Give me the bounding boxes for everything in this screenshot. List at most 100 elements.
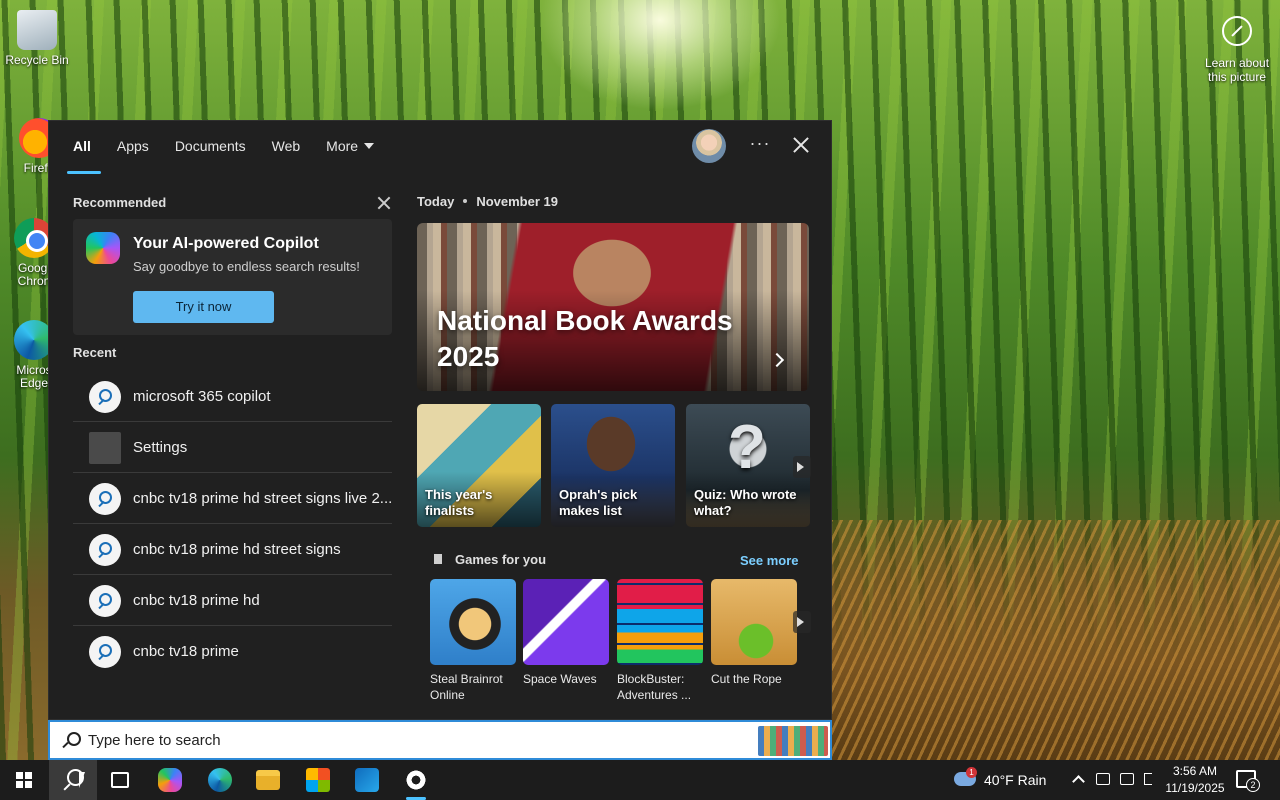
camera-icon: [1222, 16, 1252, 46]
folder-icon: [256, 770, 280, 790]
windows-logo-icon: [16, 772, 32, 788]
taskbar-settings[interactable]: [392, 760, 440, 800]
story-card[interactable]: This year's finalists: [417, 404, 541, 527]
today-header: Today November 19: [417, 194, 558, 209]
notifications-icon[interactable]: 2: [1236, 770, 1260, 792]
avatar[interactable]: [692, 129, 726, 163]
game-thumbnail: [523, 579, 609, 665]
search-icon: [89, 534, 121, 566]
story-caption: Oprah's pick makes list: [559, 487, 638, 518]
recent-item[interactable]: cnbc tv18 prime hd street signs live 2..…: [73, 473, 392, 524]
search-icon: [62, 731, 81, 749]
game-thumbnail: [430, 579, 516, 665]
tab-label: Documents: [174, 138, 246, 154]
clock-date: 11/19/2025: [1165, 781, 1225, 795]
learn-about-label: Learn about this picture: [1204, 56, 1270, 84]
search-icon: [89, 636, 121, 668]
volume-muted-icon[interactable]: [1142, 760, 1162, 800]
copilot-icon: [86, 232, 120, 264]
game-label: BlockBuster: Adventures ...: [617, 672, 692, 702]
taskbar-edge[interactable]: [196, 760, 244, 800]
start-button[interactable]: [0, 760, 48, 800]
task-view-button[interactable]: [96, 760, 144, 800]
search-icon: [89, 381, 121, 413]
games-title: Games for you: [455, 552, 547, 567]
taskbar-search-button[interactable]: [49, 760, 97, 800]
close-icon[interactable]: [791, 135, 811, 155]
tab-documents[interactable]: Documents: [175, 139, 246, 173]
carousel-next-icon[interactable]: [793, 456, 811, 478]
clock[interactable]: 3:56 AM 11/19/2025: [1162, 763, 1228, 797]
game-tile[interactable]: Steal Brainrot Online: [430, 579, 516, 703]
tab-more[interactable]: More: [326, 139, 375, 173]
network-icon[interactable]: [1118, 760, 1138, 800]
game-tile[interactable]: Space Waves: [523, 579, 609, 687]
recent-list: microsoft 365 copilot Settings cnbc tv18…: [73, 371, 392, 677]
taskbar-file-explorer[interactable]: [244, 760, 292, 800]
see-more-link[interactable]: See more: [740, 553, 799, 568]
search-icon: [89, 585, 121, 617]
settings-icon: [89, 432, 121, 464]
recent-item-label: cnbc tv18 prime hd street signs: [133, 541, 341, 558]
recent-item[interactable]: cnbc tv18 prime hd: [73, 575, 392, 626]
recent-item[interactable]: cnbc tv18 prime: [73, 626, 392, 677]
copilot-card: Your AI-powered Copilot Say goodbye to e…: [73, 219, 392, 335]
recent-item[interactable]: microsoft 365 copilot: [73, 371, 392, 422]
games-header: Games for you: [431, 552, 546, 567]
game-label: Steal Brainrot Online: [430, 672, 503, 702]
taskbar-store[interactable]: [294, 760, 342, 800]
task-view-icon: [111, 772, 129, 788]
taskbar-copilot[interactable]: [146, 760, 194, 800]
search-input[interactable]: Type here to search: [48, 720, 832, 760]
game-label: Space Waves: [523, 672, 597, 686]
recent-item-label: Settings: [133, 439, 188, 456]
story-caption: Quiz: Who wrote what?: [694, 487, 797, 518]
tab-label: Apps: [116, 138, 149, 154]
recommended-title: Recommended: [73, 195, 167, 210]
search-panel: All Apps Documents Web More ··· Recommen…: [48, 120, 832, 720]
learn-about-picture[interactable]: Learn about this picture: [1200, 16, 1274, 84]
today-label: Today: [417, 194, 455, 209]
game-controller-icon: [431, 552, 445, 566]
search-placeholder: Type here to search: [88, 732, 221, 749]
copilot-icon: [158, 768, 182, 792]
taskbar: 1 40°F Rain 3:56 AM 11/19/2025 2: [0, 760, 1280, 800]
game-tile[interactable]: BlockBuster: Adventures ...: [617, 579, 703, 703]
dismiss-recommended-icon[interactable]: [377, 196, 391, 210]
desktop-icon-label: Recycle Bin: [5, 53, 69, 67]
tab-all[interactable]: All: [67, 138, 101, 174]
recent-item[interactable]: cnbc tv18 prime hd street signs: [73, 524, 392, 575]
story-caption: This year's finalists: [425, 487, 493, 518]
carousel-next-icon[interactable]: [793, 611, 811, 633]
copilot-card-subtitle: Say goodbye to endless search results!: [133, 259, 360, 274]
tab-web[interactable]: Web: [272, 139, 301, 173]
game-tile[interactable]: Cut the Rope: [711, 579, 797, 687]
recent-item[interactable]: Settings: [73, 422, 392, 473]
tab-apps[interactable]: Apps: [117, 139, 149, 173]
separator-dot: [463, 199, 468, 203]
recycle-bin-desktop-icon[interactable]: Recycle Bin: [0, 10, 74, 67]
clock-time: 3:56 AM: [1172, 764, 1218, 778]
hero-title: National Book Awards 2025: [437, 305, 733, 372]
chevron-right-icon[interactable]: [769, 352, 785, 368]
meet-now-icon[interactable]: [1094, 760, 1114, 800]
tab-label: All: [73, 138, 91, 154]
edge-icon: [208, 768, 232, 792]
story-card[interactable]: Oprah's pick makes list: [551, 404, 675, 527]
search-tabs: All Apps Documents Web More: [67, 138, 400, 174]
today-date: November 19: [476, 194, 558, 209]
notification-count: 2: [1246, 778, 1260, 792]
recent-title: Recent: [73, 345, 117, 360]
try-it-now-button[interactable]: Try it now: [133, 291, 274, 323]
more-options-button[interactable]: ···: [749, 133, 771, 157]
search-icon: [89, 483, 121, 515]
recent-item-label: cnbc tv18 prime hd street signs live 2..…: [133, 490, 391, 507]
recent-item-label: cnbc tv18 prime hd: [133, 592, 260, 609]
recycle-bin-icon: [17, 10, 57, 50]
hero-card[interactable]: National Book Awards 2025: [417, 223, 809, 391]
taskbar-outlook[interactable]: [343, 760, 391, 800]
show-hidden-icons-button[interactable]: [1070, 760, 1088, 800]
story-card[interactable]: ? Quiz: Who wrote what?: [686, 404, 810, 527]
outlook-icon: [355, 768, 379, 792]
game-label: Cut the Rope: [711, 672, 782, 686]
